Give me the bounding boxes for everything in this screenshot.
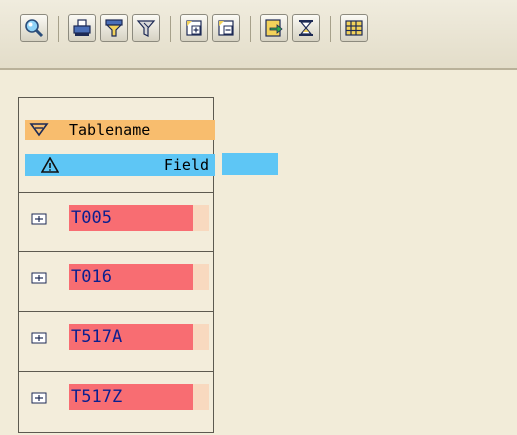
toolbar-separator <box>250 16 251 42</box>
expand-node-icon[interactable] <box>31 272 47 284</box>
expand-node-icon[interactable] <box>31 392 47 404</box>
header-tablename[interactable]: Tablename <box>25 120 215 140</box>
row-cell: T517Z <box>69 384 209 410</box>
table-name: T517Z <box>69 384 193 410</box>
export-button[interactable] <box>260 14 288 42</box>
collapse-node-button[interactable] <box>212 14 240 42</box>
table-name: T517A <box>69 324 193 350</box>
tree-row[interactable]: T016 <box>19 252 213 310</box>
find-button[interactable] <box>20 14 48 42</box>
print-icon <box>73 19 91 36</box>
hierarchy-tree: Tablename Field T005 T016 T517A T517Z <box>18 97 215 433</box>
filter-button[interactable] <box>100 14 128 42</box>
toolbar-separator <box>170 16 171 42</box>
warning-triangle-icon <box>41 157 59 173</box>
layout-grid-button[interactable] <box>340 14 368 42</box>
tree-row[interactable]: T517Z <box>19 372 213 430</box>
export-icon <box>265 19 283 37</box>
layout-grid-icon <box>345 20 363 36</box>
header-field-label: Field <box>163 156 209 174</box>
tree-row[interactable]: T517A <box>19 312 213 370</box>
tree-row[interactable]: T005 <box>19 193 213 251</box>
hourglass-button[interactable] <box>292 14 320 42</box>
expand-node-icon[interactable] <box>31 213 47 225</box>
expand-chevron-icon <box>29 123 49 137</box>
table-name: T016 <box>69 264 193 290</box>
header-field[interactable]: Field <box>25 154 215 176</box>
toolbar-separator <box>330 16 331 42</box>
filter-delete-button[interactable] <box>132 14 160 42</box>
row-cell: T016 <box>69 264 209 290</box>
table-name: T005 <box>69 205 193 231</box>
expand-node-icon <box>186 20 202 36</box>
filter-icon <box>105 19 123 37</box>
filter-delete-icon <box>136 20 156 37</box>
application-toolbar <box>0 0 517 70</box>
collapse-node-icon <box>218 20 234 36</box>
hourglass-icon <box>299 20 313 36</box>
toolbar-separator <box>58 16 59 42</box>
expand-node-button[interactable] <box>180 14 208 42</box>
row-cell: T517A <box>69 324 209 350</box>
print-button[interactable] <box>68 14 96 42</box>
header-field-column-extension <box>222 153 278 175</box>
row-cell: T005 <box>69 205 209 231</box>
header-tablename-label: Tablename <box>69 121 151 139</box>
expand-node-icon[interactable] <box>31 332 47 344</box>
find-icon <box>25 19 44 38</box>
